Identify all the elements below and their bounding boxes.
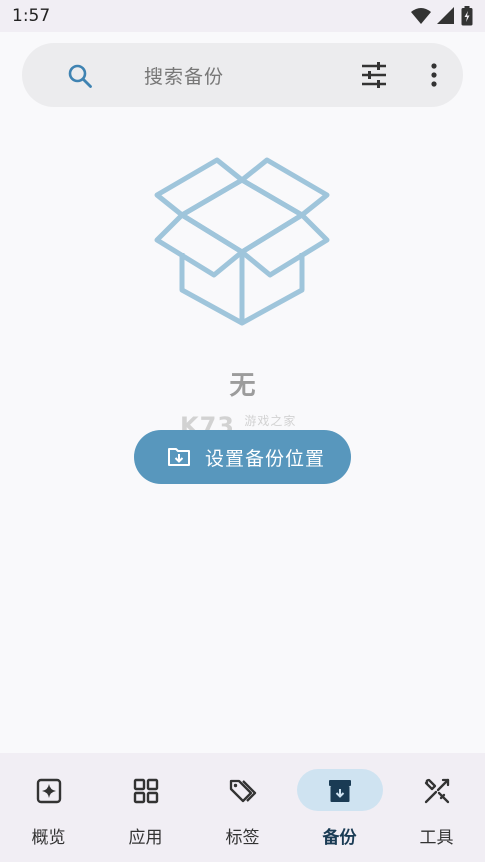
watermark-subtitle: 游戏之家 — [244, 414, 297, 428]
battery-icon — [461, 6, 473, 26]
status-bar: 1:57 — [0, 0, 485, 32]
set-backup-location-label: 设置备份位置 — [205, 448, 326, 470]
nav-label-overview: 概览 — [31, 828, 66, 848]
grid-icon — [133, 778, 158, 804]
filter-sliders-icon[interactable] — [360, 61, 388, 89]
tools-icon — [424, 778, 449, 804]
wifi-icon — [411, 8, 431, 24]
screen: 1:57 搜索备份 无 K73 游戏之家 设置备份位置 概览 应用 标签 备份 … — [0, 0, 485, 862]
empty-message: 无 — [229, 371, 256, 401]
nav-item-apps[interactable]: 应用 — [97, 753, 194, 862]
set-backup-location-button[interactable]: 设置备份位置 — [134, 430, 351, 484]
nav-label-tags: 标签 — [225, 828, 260, 848]
status-time: 1:57 — [12, 6, 51, 26]
tags-icon — [229, 779, 256, 803]
nav-item-backups[interactable]: 备份 — [291, 753, 388, 862]
nav-item-overview[interactable]: 概览 — [0, 753, 97, 862]
status-icons — [411, 6, 473, 26]
folder-download-icon — [168, 448, 190, 466]
nav-item-tools[interactable]: 工具 — [388, 753, 485, 862]
open-box-icon — [154, 157, 330, 326]
search-icon[interactable] — [67, 63, 93, 89]
nav-label-backups: 备份 — [322, 828, 357, 848]
bottom-navigation: 概览 应用 标签 备份 工具 — [0, 753, 485, 862]
nav-label-tools: 工具 — [419, 828, 454, 848]
search-input[interactable]: 搜索备份 — [144, 62, 224, 89]
sparkle-box-icon — [36, 778, 61, 804]
signal-icon — [437, 7, 454, 24]
more-vert-icon[interactable] — [420, 61, 448, 89]
archive-icon — [328, 780, 351, 802]
nav-label-apps: 应用 — [128, 828, 163, 848]
search-bar[interactable]: 搜索备份 — [22, 43, 463, 107]
nav-item-tags[interactable]: 标签 — [194, 753, 291, 862]
